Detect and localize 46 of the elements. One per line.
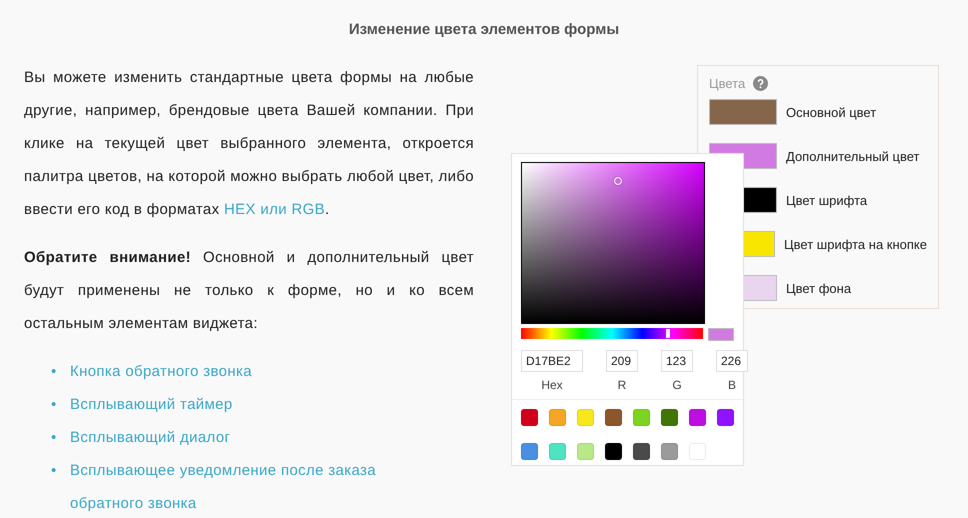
- bullet: •: [51, 461, 58, 481]
- channel-value-field[interactable]: 123: [661, 350, 693, 372]
- panel-title: Цвета: [709, 76, 746, 90]
- bullet: •: [51, 362, 58, 382]
- picker-cursor[interactable]: [614, 177, 622, 186]
- color-label: Цвет фона: [786, 280, 852, 296]
- preset-swatch[interactable]: [689, 409, 706, 426]
- preset-swatch[interactable]: [521, 443, 538, 460]
- preset-swatch[interactable]: [577, 409, 594, 426]
- hex-field[interactable]: D17BE2: [521, 350, 583, 372]
- help-icon[interactable]: [753, 76, 768, 90]
- preset-swatch[interactable]: [549, 443, 566, 460]
- page-title: Изменение цвета элементов формы: [348, 21, 620, 38]
- preset-swatch[interactable]: [577, 443, 594, 460]
- channel-value-field[interactable]: 226: [716, 350, 748, 372]
- preset-swatch[interactable]: [661, 409, 678, 426]
- preset-swatch[interactable]: [605, 443, 622, 460]
- channel-label: R: [616, 378, 628, 392]
- bullet: •: [51, 395, 58, 415]
- widget-link[interactable]: Всплывающий таймер: [70, 388, 233, 421]
- note-paragraph: Обратите внимание! Основной и дополнительный цвет будут применены не только к форме, но и ко всем остальным элементам виджета:: [24, 248, 474, 334]
- hex-rgb-link[interactable]: HEX или RGB: [224, 201, 326, 218]
- channel-value-field[interactable]: 209: [606, 350, 638, 372]
- preset-swatch[interactable]: [661, 443, 678, 460]
- channel-label: B: [726, 378, 737, 392]
- preset-swatch[interactable]: [521, 409, 538, 426]
- saturation-area[interactable]: [521, 162, 705, 324]
- color-label: Основной цвет: [786, 104, 876, 120]
- color-label: Цвет шрифта на кнопке: [784, 236, 927, 252]
- hex-label: Hex: [540, 378, 564, 392]
- widget-link[interactable]: Всплывающее уведомление после заказа обратного звонка: [70, 454, 390, 518]
- color-label: Дополнительный цвет: [786, 148, 920, 164]
- widget-link[interactable]: Кнопка обратного звонка: [70, 355, 252, 388]
- color-swatch[interactable]: [709, 99, 777, 125]
- widget-link[interactable]: Всплывающий диалог: [70, 421, 230, 454]
- hue-thumb[interactable]: [666, 329, 670, 338]
- hue-slider[interactable]: [521, 328, 704, 339]
- channel-label: G: [671, 378, 683, 392]
- preset-swatch[interactable]: [717, 409, 734, 426]
- preset-swatch[interactable]: [633, 409, 650, 426]
- color-label: Цвет шрифта: [786, 192, 868, 208]
- preset-swatch[interactable]: [633, 443, 650, 460]
- intro-paragraph: Вы можете изменить стандартные цвета формы на любые другие, например, брендовые цвета Вашей компании. При клике на текущей цвет выбранного элемента, откроется палитра цветов, на которой можно выбрать любой цвет, либо ввести его код в форматах HEX или RGB.: [24, 68, 474, 220]
- bullet: •: [51, 428, 58, 448]
- preset-swatch[interactable]: [549, 409, 566, 426]
- preset-swatch[interactable]: [605, 409, 622, 426]
